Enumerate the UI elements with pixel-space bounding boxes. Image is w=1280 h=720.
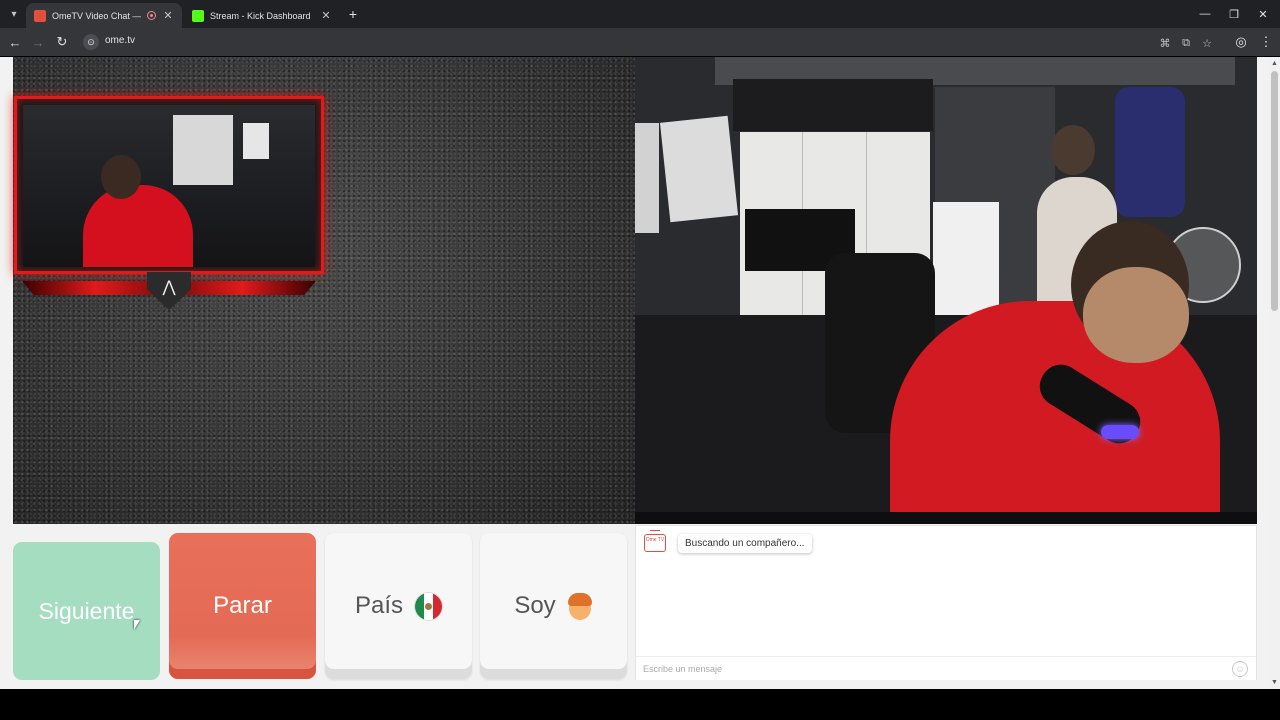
address-bar[interactable]: ⊙ ome.tv ⌘ ⧉ ☆ [80, 31, 1230, 53]
tab-strip: ▾ OmeTV Video Chat — Omegl ✕ Stream - Ki… [0, 0, 1280, 28]
tab-ometv[interactable]: OmeTV Video Chat — Omegl ✕ [26, 3, 182, 28]
streamer-webcam-feed [23, 105, 315, 267]
tab-title: Stream - Kick Dashboard [210, 10, 311, 21]
minimize-button[interactable]: — [1190, 4, 1220, 24]
next-button-label: Siguiente [38, 597, 135, 624]
next-button[interactable]: Siguiente [13, 542, 160, 680]
translate-icon[interactable]: ⌘ [1157, 35, 1173, 51]
window-close-button[interactable]: ✕ [1248, 4, 1278, 24]
tab-close-icon[interactable]: ✕ [320, 9, 332, 22]
room-poster [635, 123, 659, 233]
cam-person-head [101, 155, 141, 199]
back-button[interactable]: ← [5, 32, 25, 52]
room-shelf [733, 79, 933, 131]
room-jacket [1115, 87, 1185, 217]
gender-select-button[interactable]: Soy [480, 533, 627, 679]
microphone-light [1101, 425, 1139, 439]
overlay-frame [14, 96, 324, 274]
chat-status-message: Buscando un compañero... [678, 534, 812, 553]
stop-button-label: Parar [213, 592, 272, 619]
browser-menu-button[interactable]: ⋮ [1256, 32, 1276, 52]
reload-button[interactable]: ↻ [52, 32, 72, 52]
forward-button[interactable]: → [28, 32, 48, 52]
page-scrollbar[interactable]: ▲ ▼ [1269, 57, 1280, 689]
overlay-emblem-icon: ⋀ [147, 272, 191, 310]
scrollbar-thumb[interactable] [1271, 71, 1278, 311]
recording-indicator-icon [147, 11, 156, 20]
chat-panel: Ome TV Buscando un compañero... ☺ [635, 525, 1257, 680]
cam-person-body [83, 185, 193, 267]
background-person-head [1051, 125, 1095, 175]
chat-input-bar: ☺ [636, 656, 1256, 680]
video-bottom-edge [635, 512, 1257, 524]
cam-background-wall [173, 115, 233, 185]
tab-kick-dashboard[interactable]: Stream - Kick Dashboard ✕ [184, 3, 340, 28]
mexico-flag-icon [415, 592, 443, 620]
room-poster [659, 115, 739, 223]
gender-button-label: Soy [514, 592, 556, 619]
install-app-icon[interactable]: ⧉ [1178, 35, 1194, 51]
chat-message-input[interactable] [643, 662, 1203, 676]
tab-search-button[interactable]: ▾ [4, 4, 24, 24]
tab-title: OmeTV Video Chat — Omegl [52, 10, 141, 21]
url-text[interactable]: ome.tv [105, 35, 135, 46]
mouse-cursor-icon [134, 620, 140, 630]
ometv-logo-icon: Ome TV [644, 534, 666, 552]
new-tab-button[interactable]: + [344, 5, 362, 23]
country-button-label: País [354, 592, 404, 619]
restore-button[interactable]: ❐ [1219, 4, 1249, 24]
scroll-up-arrow-icon[interactable]: ▲ [1271, 60, 1278, 67]
site-info-icon[interactable]: ⊙ [83, 34, 99, 50]
foreground-person-face [1083, 267, 1189, 363]
scroll-down-arrow-icon[interactable]: ▼ [1271, 679, 1278, 686]
boy-icon [567, 592, 593, 620]
stop-button[interactable]: Parar [169, 533, 316, 679]
emoji-icon[interactable]: ☺ [1232, 661, 1248, 677]
country-filter-button[interactable]: País [325, 533, 472, 679]
cam-poster [243, 123, 269, 159]
streamer-webcam-overlay: ⋀ [14, 96, 324, 310]
kick-favicon-icon [192, 9, 204, 22]
profile-icon[interactable]: ◎ [1231, 32, 1251, 52]
browser-toolbar: ← → ↻ ⊙ ome.tv ⌘ ⧉ ☆ ◎ ⋮ [0, 28, 1280, 56]
bookmark-star-icon[interactable]: ☆ [1199, 35, 1215, 51]
ometv-favicon-icon [34, 9, 46, 22]
stranger-video [635, 57, 1257, 524]
tab-close-icon[interactable]: ✕ [162, 9, 174, 22]
